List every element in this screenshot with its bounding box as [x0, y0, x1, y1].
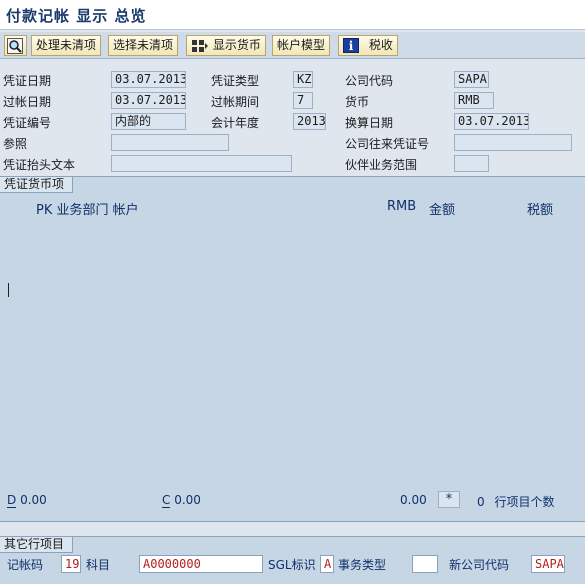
currency-icon: [192, 39, 208, 52]
account-model-button[interactable]: 帐户模型: [272, 35, 331, 56]
partner-area-field[interactable]: [454, 155, 489, 172]
document-items-panel: 凭证货币项 PK 业务部门 帐户 RMB 金额 税额 D 0.00 C 0.00…: [0, 176, 585, 522]
reference-field[interactable]: [111, 134, 229, 151]
posting-date-label: 过帐日期: [3, 95, 52, 109]
period-field[interactable]: 7: [293, 92, 313, 109]
other-item-title: 其它行项目: [0, 537, 74, 553]
translation-date-field[interactable]: 03.07.2013: [454, 113, 529, 130]
trans-type-field[interactable]: [412, 555, 438, 573]
translation-date-label: 换算日期: [345, 116, 394, 130]
posting-date-field[interactable]: 03.07.2013: [111, 92, 186, 109]
column-amount: 金额: [429, 203, 456, 218]
sgl-label: SGL标识: [268, 558, 316, 572]
items-panel-title: 凭证货币项: [0, 177, 74, 193]
posting-key-field[interactable]: 19: [61, 555, 81, 573]
display-currency-label: 显示货币: [212, 38, 261, 52]
item-count: 0 行项目个数: [477, 493, 554, 510]
trans-type-label: 事务类型: [338, 558, 387, 572]
intercompany-label: 公司往来凭证号: [345, 137, 430, 151]
balance-value: 0.00: [400, 493, 427, 507]
debit-total: D 0.00: [7, 493, 47, 508]
tax-label: 税收: [368, 38, 393, 52]
doc-date-label: 凭证日期: [3, 74, 52, 88]
info-icon: i: [343, 38, 359, 53]
credit-value: 0.00: [174, 493, 201, 507]
text-cursor: [8, 283, 9, 297]
doc-number-label: 凭证编号: [3, 116, 52, 130]
sgl-field[interactable]: A: [320, 555, 334, 573]
currency-label: 货币: [345, 95, 370, 109]
doc-number-field[interactable]: 内部的: [111, 113, 186, 130]
doc-date-field[interactable]: 03.07.2013: [111, 71, 186, 88]
overview-magnifier-button[interactable]: [4, 35, 27, 56]
credit-total: C 0.00: [162, 493, 201, 508]
new-company-label: 新公司代码: [449, 558, 510, 572]
fiscal-year-label: 会计年度: [211, 116, 260, 130]
item-count-value: 0: [477, 495, 485, 509]
period-label: 过帐期间: [211, 95, 260, 109]
column-tax: 税额: [527, 203, 554, 218]
doc-type-field[interactable]: KZ: [293, 71, 313, 88]
debit-label: D: [7, 493, 17, 508]
display-currency-button[interactable]: 显示货币: [186, 35, 266, 56]
header-text-field[interactable]: [111, 155, 292, 172]
balance-status-field[interactable]: *: [438, 491, 460, 508]
company-code-label: 公司代码: [345, 74, 394, 88]
process-open-items-button[interactable]: 处理未清项: [31, 35, 102, 56]
tax-button[interactable]: i 税收: [338, 35, 398, 56]
fiscal-year-field[interactable]: 2013: [293, 113, 326, 130]
choose-open-items-button[interactable]: 选择未清项: [108, 35, 179, 56]
item-count-label: 行项目个数: [494, 495, 555, 509]
posting-key-label: 记帐码: [7, 558, 44, 572]
title-bar: 付款记帐 显示 总览: [0, 0, 585, 30]
new-company-field[interactable]: SAPA: [531, 555, 565, 573]
header-text-label: 凭证抬头文本: [3, 158, 76, 172]
svg-text:i: i: [349, 39, 354, 53]
debit-value: 0.00: [20, 493, 47, 507]
application-toolbar: 处理未清项 选择未清项 显示货币 帐户模型 i 税收: [0, 32, 585, 59]
company-code-field[interactable]: SAPA: [454, 71, 489, 88]
account-field[interactable]: A0000000: [139, 555, 263, 573]
intercompany-field[interactable]: [454, 134, 572, 151]
magnifier-icon: [7, 37, 23, 54]
page-title: 付款记帐 显示 总览: [6, 7, 147, 25]
account-label: 科目: [86, 558, 111, 572]
column-rmb: RMB: [387, 199, 417, 214]
column-pk-account: PK 业务部门 帐户: [36, 203, 139, 218]
other-line-item-panel: 其它行项目 记帐码 19 科目 A0000000 SGL标识 A 事务类型 新公…: [0, 536, 585, 584]
currency-field[interactable]: RMB: [454, 92, 494, 109]
doc-type-label: 凭证类型: [211, 74, 260, 88]
reference-label: 参照: [3, 137, 28, 151]
partner-area-label: 伙伴业务范围: [345, 158, 418, 172]
credit-label: C: [162, 493, 171, 508]
